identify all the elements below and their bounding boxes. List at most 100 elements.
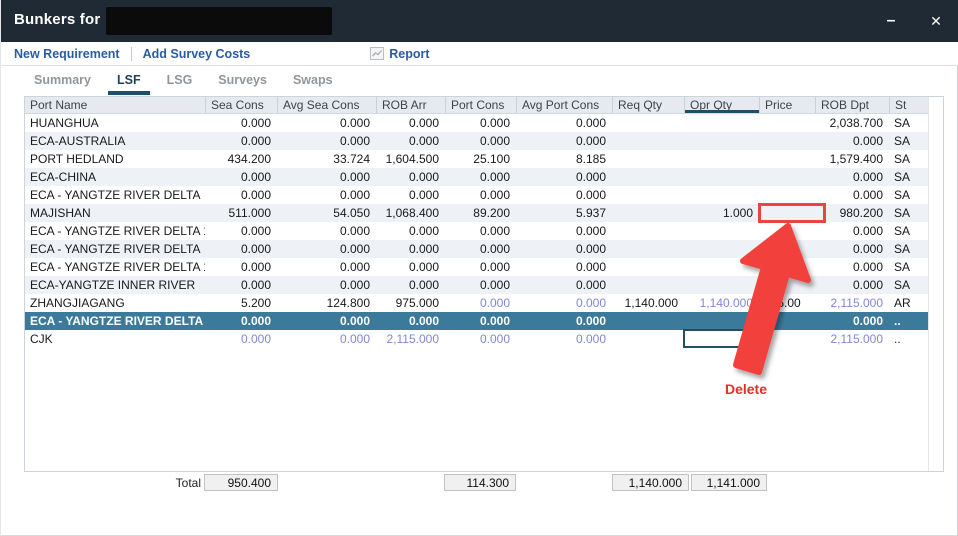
table-row[interactable]: HUANGHUA0.0000.0000.0000.0000.0002,038.7… [25, 114, 928, 132]
cell-price [759, 330, 815, 348]
column-header-port[interactable]: Port Name [25, 97, 205, 113]
table-row[interactable]: ECA - YANGTZE RIVER DELTA0.0000.0000.000… [25, 240, 928, 258]
redacted-vessel-name [106, 7, 332, 35]
minimize-button[interactable]: – [878, 9, 904, 33]
cell-avgsea: 0.000 [277, 168, 376, 186]
cell-opr [684, 258, 759, 276]
column-header-sea[interactable]: Sea Cons [205, 97, 277, 113]
column-header-avgsea[interactable]: Avg Sea Cons [277, 97, 376, 113]
column-header-avgportcons[interactable]: Avg Port Cons [516, 97, 612, 113]
cell-sea: 0.000 [205, 240, 277, 258]
cell-port: ECA-YANGTZE INNER RIVER [25, 276, 205, 294]
cell-port: HUANGHUA [25, 114, 205, 132]
table-row[interactable]: ZHANGJIAGANG5.200124.800975.0000.0000.00… [25, 294, 928, 312]
cell-avgsea: 0.000 [277, 114, 376, 132]
column-header-opr[interactable]: Opr Qty [684, 97, 759, 113]
cell-sea: 511.000 [205, 204, 277, 222]
cell-robarr: 975.000 [376, 294, 445, 312]
cell-portcons: 0.000 [445, 240, 516, 258]
cell-portcons: 0.000 [445, 294, 516, 312]
cell-st: SA [889, 240, 928, 258]
column-header-req[interactable]: Req Qty [612, 97, 684, 113]
cell-portcons: 0.000 [445, 114, 516, 132]
cell-robdpt: 0.000 [815, 240, 889, 258]
cell-portcons: 89.200 [445, 204, 516, 222]
cell-price [759, 240, 815, 258]
report-button[interactable]: Report [370, 47, 429, 61]
cell-portcons: 0.000 [445, 222, 516, 240]
cell-sea: 0.000 [205, 222, 277, 240]
cell-st: AR [889, 294, 928, 312]
add-survey-costs-button[interactable]: Add Survey Costs [143, 47, 251, 61]
column-header-robdpt[interactable]: ROB Dpt [815, 97, 889, 113]
totals-row: Total 950.400114.3001,140.0001,141.000 [1, 474, 958, 494]
cell-robarr: 0.000 [376, 114, 445, 132]
cell-avgportcons: 0.000 [516, 276, 612, 294]
new-requirement-button[interactable]: New Requirement [14, 47, 120, 61]
cell-st: SA [889, 258, 928, 276]
cell-avgsea: 0.000 [277, 312, 376, 330]
cell-robarr: 0.000 [376, 132, 445, 150]
cell-port: ECA - YANGTZE RIVER DELTA [25, 186, 205, 204]
cell-req [612, 132, 684, 150]
cell-avgportcons: 0.000 [516, 222, 612, 240]
column-header-robarr[interactable]: ROB Arr [376, 97, 445, 113]
column-header-st[interactable]: St [889, 97, 928, 113]
table-row[interactable]: ECA-AUSTRALIA0.0000.0000.0000.0000.0000.… [25, 132, 928, 150]
close-button[interactable]: ✕ [923, 9, 949, 33]
cell-port: ECA-AUSTRALIA [25, 132, 205, 150]
cell-avgsea: 0.000 [277, 240, 376, 258]
table-row[interactable]: ECA - YANGTZE RIVER DELTA 10(0.0000.0000… [25, 258, 928, 276]
cell-portcons: 25.100 [445, 150, 516, 168]
cell-robarr: 0.000 [376, 186, 445, 204]
table-row[interactable]: ECA-CHINA0.0000.0000.0000.0000.0000.000S… [25, 168, 928, 186]
table-row[interactable]: ECA-YANGTZE INNER RIVER0.0000.0000.0000.… [25, 276, 928, 294]
cell-opr [684, 150, 759, 168]
table-row[interactable]: ECA - YANGTZE RIVER DELTA 10(0.0000.0000… [25, 222, 928, 240]
cell-st: SA [889, 276, 928, 294]
column-header-portcons[interactable]: Port Cons [445, 97, 516, 113]
cell-req [612, 258, 684, 276]
cell-sea: 0.000 [205, 168, 277, 186]
cell-avgportcons: 0.000 [516, 132, 612, 150]
cell-portcons: 0.000 [445, 186, 516, 204]
total-label: Total [121, 476, 201, 490]
cell-opr: 1.000 [684, 204, 759, 222]
cell-sea: 0.000 [205, 312, 277, 330]
tab-lsf[interactable]: LSF [117, 69, 141, 94]
cell-price [759, 168, 815, 186]
cell-avgportcons: 0.000 [516, 330, 612, 348]
table-row[interactable]: ECA - YANGTZE RIVER DELTA 10(0.0000.0000… [25, 312, 928, 330]
cell-port: CJK [25, 330, 205, 348]
cell-req: 1,140.000 [612, 294, 684, 312]
tab-surveys[interactable]: Surveys [218, 69, 267, 94]
cell-avgportcons: 0.000 [516, 168, 612, 186]
highlighted-price-cell[interactable] [758, 203, 826, 223]
table-row[interactable]: ECA - YANGTZE RIVER DELTA0.0000.0000.000… [25, 186, 928, 204]
cell-portcons: 0.000 [445, 276, 516, 294]
cell-port: MAJISHAN [25, 204, 205, 222]
cell-avgportcons: 8.185 [516, 150, 612, 168]
report-chart-icon [370, 47, 384, 60]
tab-lsg[interactable]: LSG [167, 69, 193, 94]
table-row[interactable]: CJK0.0000.0002,115.0000.0000.0002,115.00… [25, 330, 928, 348]
focused-opr-qty-cell[interactable] [683, 329, 759, 348]
cell-port: ECA - YANGTZE RIVER DELTA [25, 240, 205, 258]
cell-avgportcons: 0.000 [516, 114, 612, 132]
tab-summary[interactable]: Summary [34, 69, 91, 94]
cell-price [759, 150, 815, 168]
cell-st: SA [889, 186, 928, 204]
cell-req [612, 186, 684, 204]
table-row[interactable]: PORT HEDLAND434.20033.7241,604.50025.100… [25, 150, 928, 168]
cell-robarr: 2,115.000 [376, 330, 445, 348]
cell-port: ZHANGJIAGANG [25, 294, 205, 312]
column-header-price[interactable]: Price [759, 97, 815, 113]
cell-port: ECA - YANGTZE RIVER DELTA 10( [25, 312, 205, 330]
cell-req [612, 204, 684, 222]
cell-robarr: 0.000 [376, 258, 445, 276]
cell-sea: 0.000 [205, 114, 277, 132]
tab-swaps[interactable]: Swaps [293, 69, 333, 94]
cell-sea: 434.200 [205, 150, 277, 168]
cell-price [759, 222, 815, 240]
cell-robdpt: 0.000 [815, 186, 889, 204]
